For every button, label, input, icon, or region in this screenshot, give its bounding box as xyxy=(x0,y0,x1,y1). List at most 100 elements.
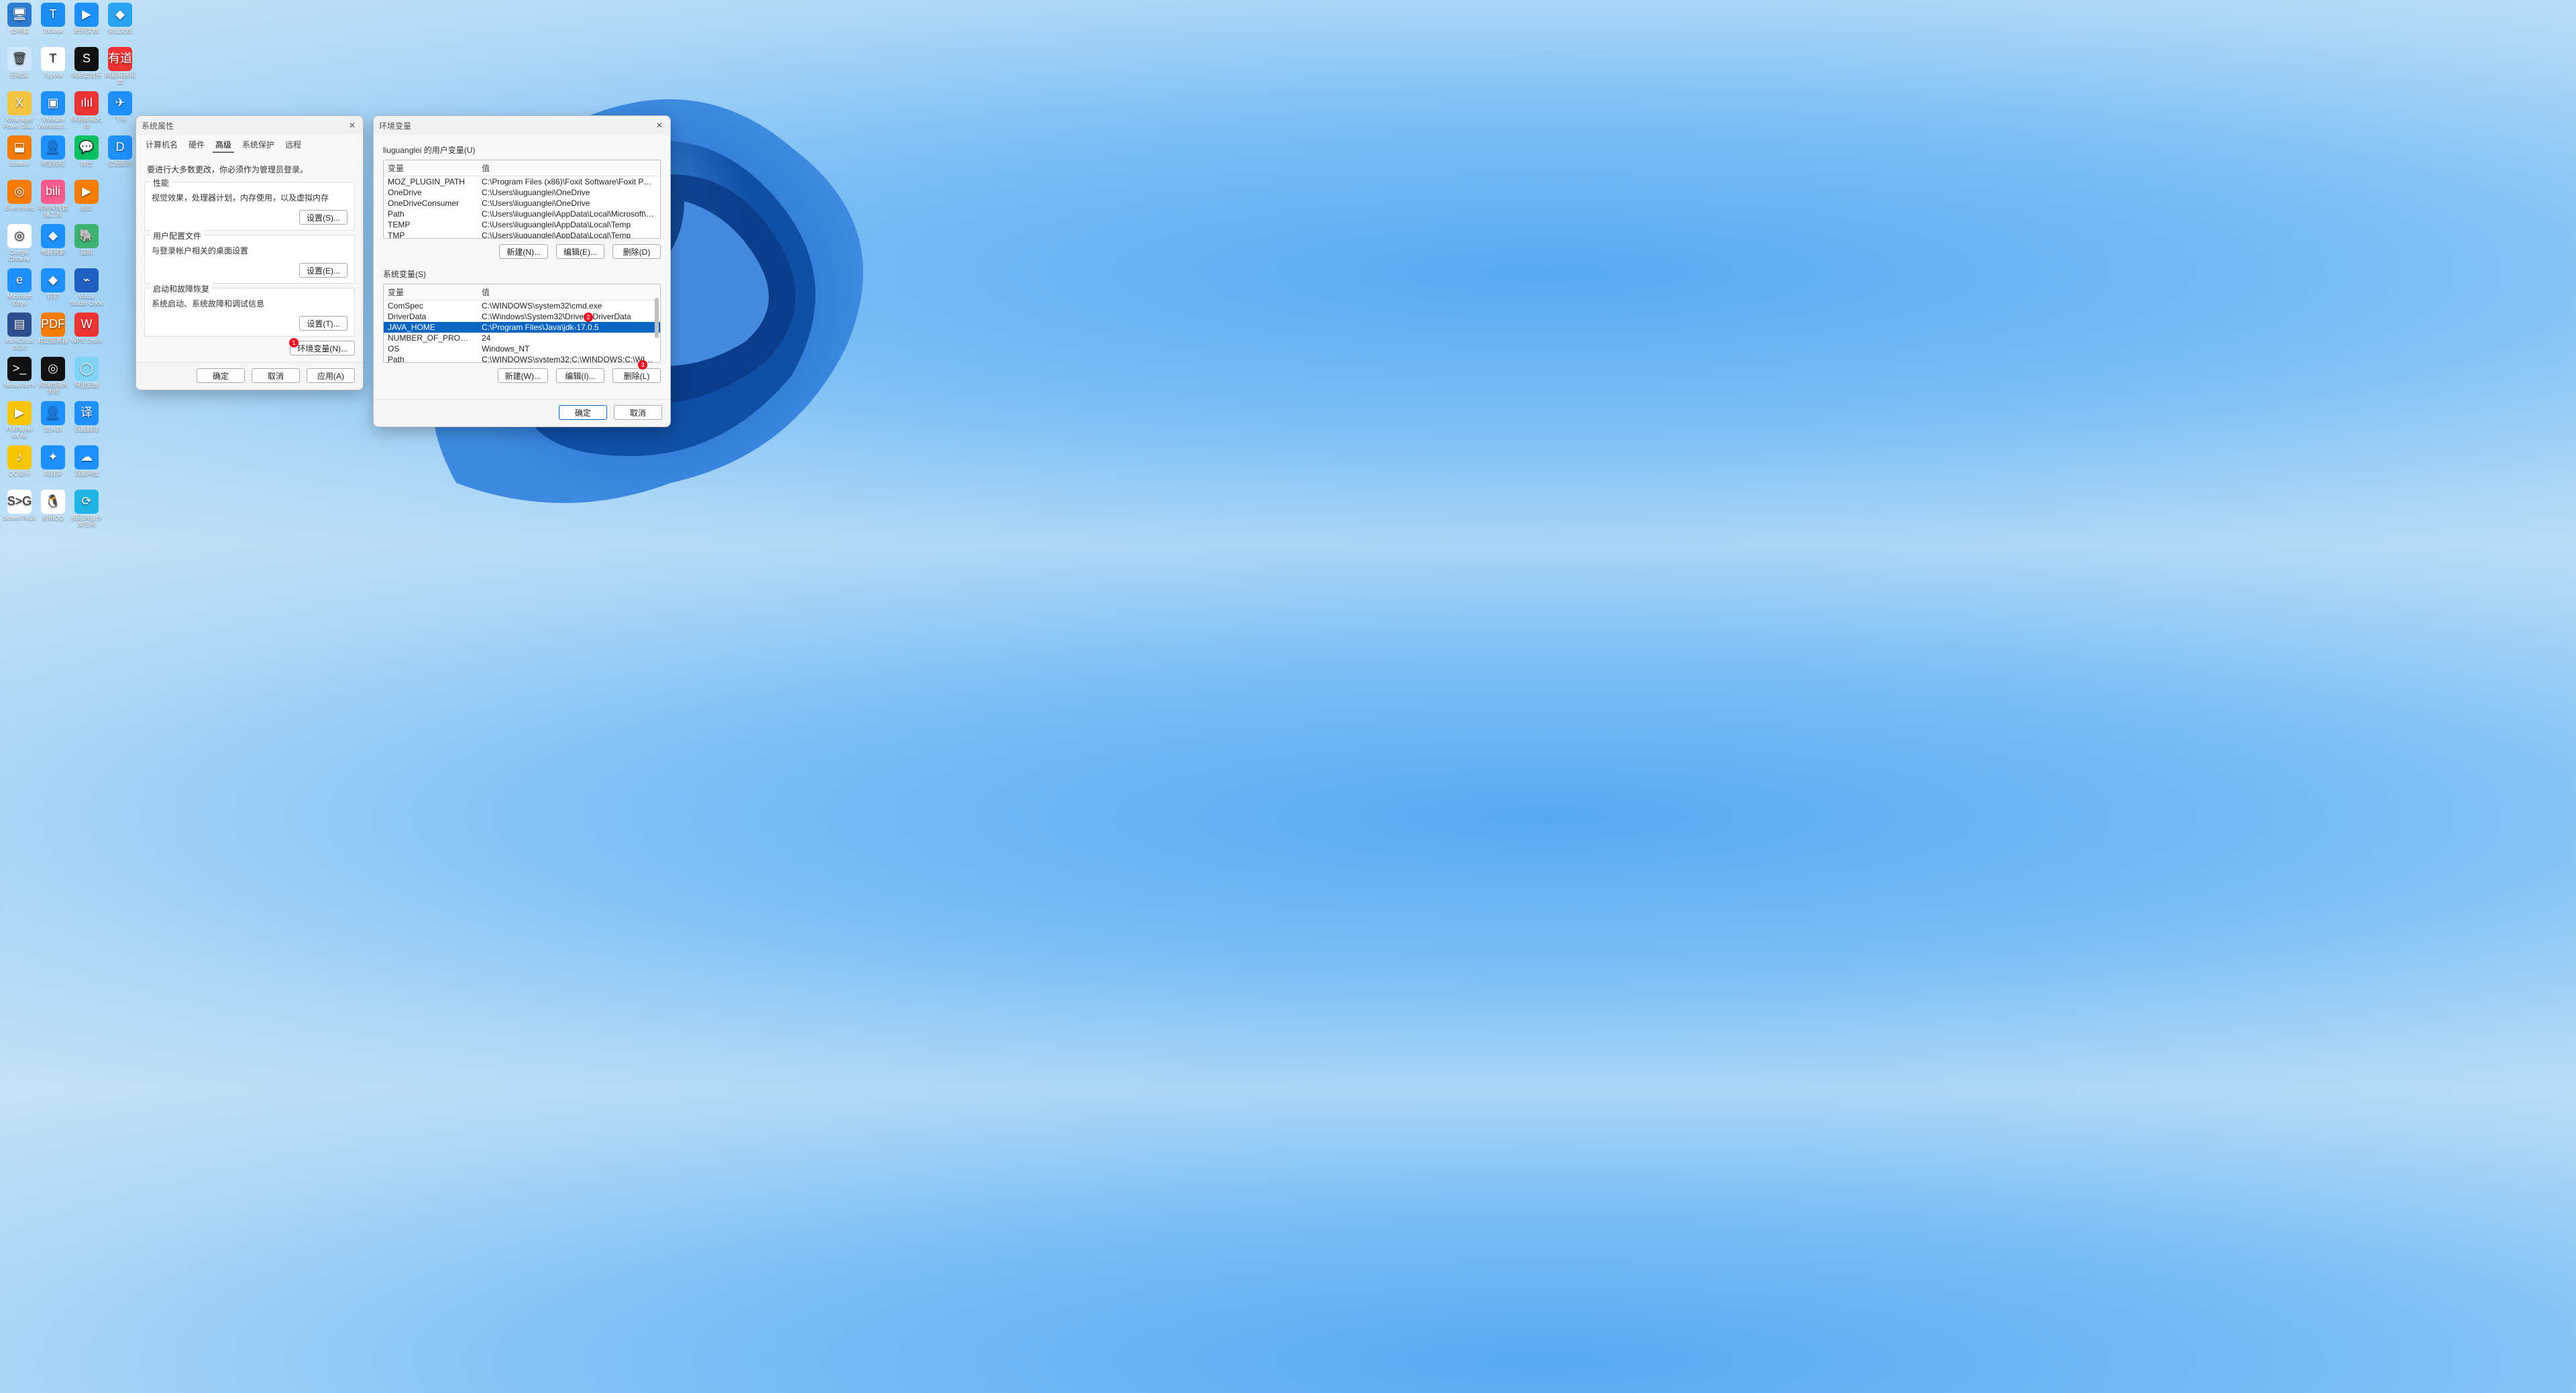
user-delete-button[interactable]: 删除(D) xyxy=(612,244,661,259)
group-desc: 系统启动、系统故障和调试信息 xyxy=(152,298,347,309)
tab-hardware[interactable]: 硬件 xyxy=(186,137,207,153)
desktop-icon[interactable]: ▣VMware Workstati... xyxy=(36,91,70,135)
table-row[interactable]: ComSpecC:\WINDOWS\system32\cmd.exe xyxy=(384,300,660,311)
desktop-icon[interactable]: 🐘猫眼 xyxy=(70,224,103,268)
desktop-icon[interactable]: ılıl网易邮箱大师 xyxy=(70,91,103,135)
icon-label: Google Chrome xyxy=(3,249,36,263)
table-row[interactable]: PathC:\WINDOWS\system32;C:\WINDOWS;C:\WI… xyxy=(384,354,660,363)
table-row[interactable]: DriverDataC:\Windows\System32\Drivers\Dr… xyxy=(384,311,660,322)
user-vars-label: liuguanglei 的用户变量(U) xyxy=(383,144,661,156)
desktop-icon[interactable]: ◆电脑管家 xyxy=(36,224,70,268)
desktop-icon[interactable]: ▶剪影 xyxy=(70,180,103,224)
titlebar[interactable]: 系统属性 ✕ xyxy=(136,116,363,135)
app-icon: >_ xyxy=(7,357,32,381)
cell-value: C:\Windows\System32\Drivers\DriverData xyxy=(478,311,660,322)
desktop-icon[interactable]: ✦向日葵 xyxy=(36,445,70,490)
user-new-button[interactable]: 新建(N)... xyxy=(499,244,548,259)
desktop-icon[interactable]: 👤阿里旺旺 xyxy=(36,135,70,180)
table-row[interactable]: OneDriveC:\Users\liuguanglei\OneDrive xyxy=(384,187,660,198)
scrollbar-thumb[interactable] xyxy=(655,298,659,338)
icon-label: 向日葵 xyxy=(36,471,70,478)
desktop-icon[interactable]: ♪QQ音乐 xyxy=(3,445,36,490)
col-header-variable[interactable]: 变量 xyxy=(384,160,478,176)
desktop-icon[interactable]: 🗑回收站 xyxy=(3,47,36,91)
desktop-icon[interactable]: ◎Everything xyxy=(3,180,36,224)
desktop-icon[interactable]: 🐧腾讯QQ xyxy=(36,490,70,534)
table-row[interactable]: PathC:\Users\liuguanglei\AppData\Local\M… xyxy=(384,209,660,219)
user-edit-button[interactable]: 编辑(E)... xyxy=(556,244,604,259)
close-icon[interactable]: ✕ xyxy=(347,120,358,131)
desktop-icon[interactable]: 🖥此电脑 xyxy=(3,3,36,47)
desktop-icon[interactable]: ◯阿里云盘 xyxy=(70,357,103,401)
icon-label: 稳定服务器 xyxy=(36,338,70,345)
desktop-icon[interactable]: ⌁Visual Studio Code xyxy=(70,268,103,313)
desktop-icon[interactable]: WWPS Office xyxy=(70,313,103,357)
tab-advanced[interactable]: 高级 xyxy=(213,137,234,153)
icon-label: ScreenToGif xyxy=(3,515,36,522)
table-row[interactable]: NUMBER_OF_PROCESSORS24 xyxy=(384,333,660,343)
table-row[interactable]: JAVA_HOMEC:\Program Files\Java\jdk-17.0.… xyxy=(384,322,660,333)
desktop-icon[interactable]: eMicrosoft Edge xyxy=(3,268,36,313)
desktop-icon[interactable]: bili哔哩哔哩直播工具 xyxy=(36,180,70,224)
desktop-icon[interactable]: TToDesk xyxy=(36,3,70,47)
tab-system-protection[interactable]: 系统保护 xyxy=(239,137,277,153)
tab-remote[interactable]: 远程 xyxy=(282,137,304,153)
sys-new-button[interactable]: 新建(W)... xyxy=(498,368,548,383)
desktop-icon[interactable]: 译百度翻译 xyxy=(70,401,103,445)
desktop-icon[interactable]: ◆金山文档 xyxy=(103,3,137,47)
icon-label: InfiniCloud 2020 xyxy=(3,338,36,351)
tab-computer-name[interactable]: 计算机名 xyxy=(143,137,180,153)
sys-edit-button[interactable]: 编辑(I)... xyxy=(556,368,604,383)
table-row[interactable]: OSWindows_NT xyxy=(384,343,660,354)
app-icon: PDF xyxy=(41,313,65,337)
desktop-icon[interactable]: S网易云音乐 xyxy=(70,47,103,91)
desktop-icon[interactable]: ⟳腾讯网盘分享空间 xyxy=(70,490,103,534)
perf-settings-button[interactable]: 设置(S)... xyxy=(299,210,347,225)
cancel-button[interactable]: 取消 xyxy=(614,405,662,420)
desktop-icon[interactable]: ◎Google Chrome xyxy=(3,224,36,268)
profile-settings-button[interactable]: 设置(E)... xyxy=(299,263,347,278)
app-icon: ⟳ xyxy=(74,490,99,514)
desktop-icon[interactable]: ▤InfiniCloud 2020 xyxy=(3,313,36,357)
desktop-icon[interactable]: D亿图图示 xyxy=(103,135,137,180)
user-vars-table[interactable]: 变量 值 MOZ_PLUGIN_PATHC:\Program Files (x8… xyxy=(383,160,661,239)
table-row[interactable]: TEMPC:\Users\liuguanglei\AppData\Local\T… xyxy=(384,219,660,230)
table-row[interactable]: MOZ_PLUGIN_PATHC:\Program Files (x86)\Fo… xyxy=(384,176,660,187)
desktop-icon[interactable]: ✈飞书 xyxy=(103,91,137,135)
desktop-icon[interactable]: ☁百度网盘 xyxy=(70,445,103,490)
desktop-icon[interactable]: ▶腾讯文档 xyxy=(70,3,103,47)
desktop-icon[interactable]: ◆钉钉 xyxy=(36,268,70,313)
startup-settings-button[interactable]: 设置(T)... xyxy=(299,316,347,331)
sys-vars-label: 系统变量(S) xyxy=(383,268,661,280)
col-header-variable[interactable]: 变量 xyxy=(384,284,478,300)
icon-label: 回收站 xyxy=(3,72,36,79)
app-icon: ılıl xyxy=(74,91,99,115)
apply-button[interactable]: 应用(A) xyxy=(307,368,355,383)
desktop-icon[interactable]: S>GScreenToGif xyxy=(3,490,36,534)
icon-label: 网易有道词典 xyxy=(103,72,137,86)
sys-vars-table[interactable]: 变量 值 ComSpecC:\WINDOWS\system32\cmd.exeD… xyxy=(383,284,661,363)
desktop-icon[interactable]: XXmanager Power Sui... xyxy=(3,91,36,135)
col-header-value[interactable]: 值 xyxy=(478,284,660,300)
ok-button[interactable]: 确定 xyxy=(197,368,245,383)
desktop-icon[interactable]: 💬微信 xyxy=(70,135,103,180)
desktop-icon[interactable]: 👤剑人群 xyxy=(36,401,70,445)
ok-button[interactable]: 确定 xyxy=(559,405,607,420)
desktop-icon[interactable]: >_MobaXterm xyxy=(3,357,36,401)
env-vars-button[interactable]: 环境变量(N)... xyxy=(290,341,355,355)
col-header-value[interactable]: 值 xyxy=(478,160,660,176)
cancel-button[interactable]: 取消 xyxy=(252,368,300,383)
icon-label: Typora xyxy=(36,72,70,79)
titlebar[interactable]: 环境变量 ✕ xyxy=(374,116,670,135)
sys-delete-button[interactable]: 删除(L) xyxy=(612,368,661,383)
desktop-icon[interactable]: TTypora xyxy=(36,47,70,91)
desktop-icon[interactable]: 有道网易有道词典 xyxy=(103,47,137,91)
close-icon[interactable]: ✕ xyxy=(654,120,665,131)
table-row[interactable]: OneDriveConsumerC:\Users\liuguanglei\One… xyxy=(384,198,660,209)
desktop-icon[interactable]: ⬓draw.io xyxy=(3,135,36,180)
desktop-icon[interactable]: ▶PotPlayer 64 bit xyxy=(3,401,36,445)
table-row[interactable]: TMPC:\Users\liuguanglei\AppData\Local\Te… xyxy=(384,230,660,239)
desktop-icon[interactable]: PDF稳定服务器 xyxy=(36,313,70,357)
cell-value: C:\Users\liuguanglei\AppData\Local\Micro… xyxy=(478,209,660,219)
desktop-icon[interactable]: ◎网络加速N大师 xyxy=(36,357,70,401)
